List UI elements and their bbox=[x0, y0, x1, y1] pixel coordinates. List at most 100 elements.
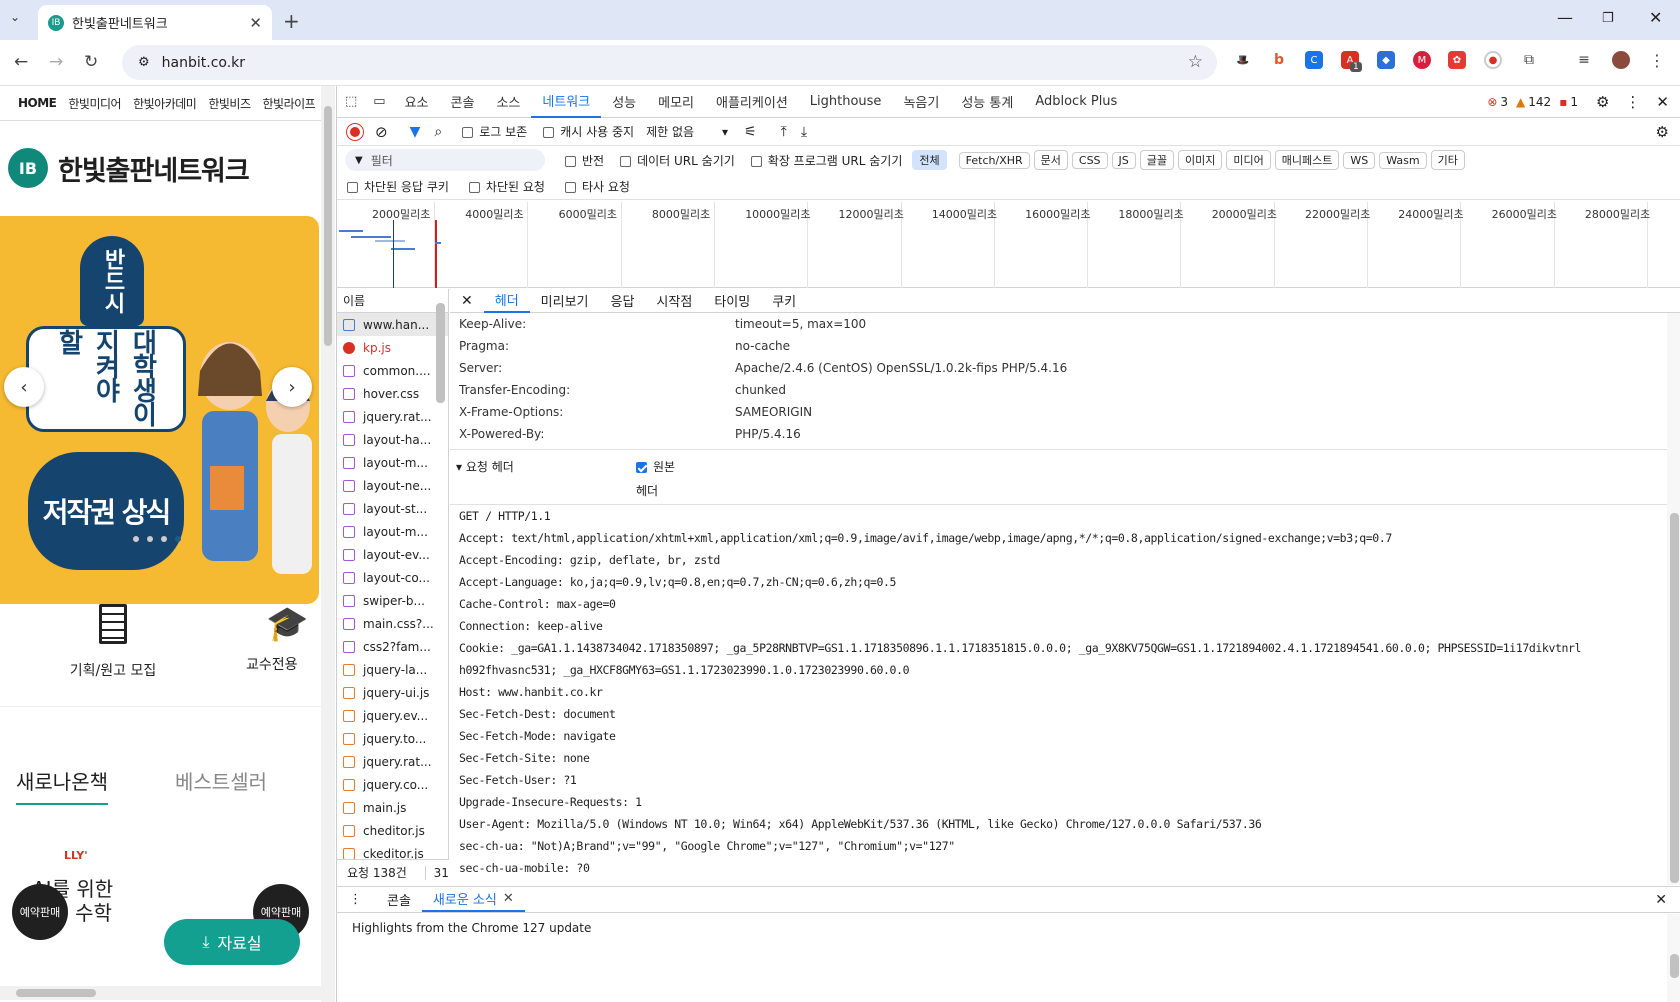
tab-response[interactable]: 응답 bbox=[600, 289, 646, 313]
tab-preview[interactable]: 미리보기 bbox=[530, 289, 600, 313]
site-info-icon[interactable]: ⚙ bbox=[138, 55, 150, 70]
drawer-close-icon[interactable]: ✕ bbox=[1655, 892, 1667, 908]
extension-grid-icon[interactable]: ✿ bbox=[1448, 51, 1466, 69]
chip-font[interactable]: 글꼴 bbox=[1139, 150, 1175, 170]
request-row[interactable]: ckeditor.js bbox=[337, 842, 448, 859]
tab-performance[interactable]: 성능 bbox=[601, 86, 647, 118]
reload-icon[interactable]: ↻ bbox=[84, 52, 98, 72]
drawer-tab-whats-new[interactable]: 새로운 소식 ✕ bbox=[421, 888, 525, 912]
request-row[interactable]: layout-ev... bbox=[337, 543, 448, 566]
hero-banner[interactable]: 반드시 대학생이 지켜야 할 저작권 상식 bbox=[0, 216, 319, 604]
tab-lighthouse[interactable]: Lighthouse bbox=[799, 86, 893, 118]
throttle-select[interactable]: 제한 없음 ▾ bbox=[646, 123, 728, 140]
drawer-scrollbar[interactable] bbox=[1667, 914, 1680, 1002]
request-row[interactable]: swiper-b... bbox=[337, 589, 448, 612]
request-row[interactable]: kp.js bbox=[337, 336, 448, 359]
request-row[interactable]: jquery.rat... bbox=[337, 405, 448, 428]
tab-recorder[interactable]: 녹음기 bbox=[892, 86, 950, 118]
tab-initiator[interactable]: 시작점 bbox=[645, 289, 703, 313]
banner-prev-button[interactable]: ‹ bbox=[4, 367, 44, 407]
request-row[interactable]: layout-co... bbox=[337, 566, 448, 589]
browser-tab[interactable]: IB 한빛출판네트워크 ✕ bbox=[38, 5, 272, 40]
new-tab-icon[interactable]: + bbox=[283, 9, 300, 33]
blocked-cookies-checkbox[interactable]: 차단된 응답 쿠키 bbox=[347, 178, 449, 195]
chip-other[interactable]: 기타 bbox=[1430, 150, 1465, 170]
request-headers-toggle[interactable]: ▾ 요청 헤더 bbox=[456, 458, 514, 475]
devtools-close-icon[interactable]: ✕ bbox=[1656, 93, 1669, 111]
request-row[interactable]: layout-ne... bbox=[337, 474, 448, 497]
restore-icon[interactable]: ❐ bbox=[1602, 11, 1614, 26]
nav-hanbit-media[interactable]: 한빛미디어 bbox=[68, 95, 121, 112]
extension-m-icon[interactable]: M bbox=[1413, 51, 1431, 69]
request-row[interactable]: jquery-ui.js bbox=[337, 681, 448, 704]
forward-icon[interactable]: → bbox=[49, 52, 63, 72]
tab-close-icon[interactable]: ✕ bbox=[249, 14, 262, 32]
hide-extension-url-checkbox[interactable]: 확장 프로그램 URL 숨기기 bbox=[750, 152, 902, 169]
request-list-scrollbar[interactable] bbox=[433, 289, 447, 859]
media-control-icon[interactable]: ≡ bbox=[1575, 51, 1593, 69]
request-row[interactable]: common.... bbox=[337, 359, 448, 382]
tab-network[interactable]: 네트워크 bbox=[531, 86, 602, 118]
request-row[interactable]: jquery-la... bbox=[337, 658, 448, 681]
site-logo[interactable]: IB 한빛출판네트워크 bbox=[8, 148, 250, 188]
tab-headers[interactable]: 헤더 bbox=[483, 289, 530, 313]
request-row[interactable]: layout-ha... bbox=[337, 428, 448, 451]
warning-icon[interactable]: ▲ bbox=[1516, 95, 1525, 109]
request-row[interactable]: jquery.ev... bbox=[337, 704, 448, 727]
request-row[interactable]: css2?fam... bbox=[337, 635, 448, 658]
tab-memory[interactable]: 메모리 bbox=[647, 86, 705, 118]
drawer-menu-icon[interactable]: ⋮ bbox=[349, 892, 362, 907]
extension-record-icon[interactable]: ● bbox=[1484, 51, 1502, 69]
chip-doc[interactable]: 문서 bbox=[1033, 150, 1068, 170]
request-row[interactable]: jquery.rat... bbox=[337, 750, 448, 773]
chip-media[interactable]: 미디어 bbox=[1226, 150, 1271, 170]
chip-fetch-xhr[interactable]: Fetch/XHR bbox=[958, 151, 1030, 169]
import-har-icon[interactable]: ⤒ bbox=[781, 124, 787, 140]
request-row[interactable]: jquery.to... bbox=[337, 727, 448, 750]
tab-performance-insights[interactable]: 성능 통계 bbox=[950, 86, 1024, 118]
nav-hanbit-life[interactable]: 한빛라이프 bbox=[263, 95, 316, 112]
request-row[interactable]: cheditor.js bbox=[337, 819, 448, 842]
tab-elements[interactable]: 요소 bbox=[394, 86, 440, 118]
tab-cookies[interactable]: 쿠키 bbox=[761, 289, 807, 313]
issues-icon[interactable]: ▪ bbox=[1559, 95, 1567, 109]
chip-img[interactable]: 이미지 bbox=[1178, 150, 1223, 170]
tab-bestseller[interactable]: 베스트셀러 bbox=[175, 766, 267, 795]
bookmark-star-icon[interactable]: ☆ bbox=[1188, 52, 1203, 72]
request-row[interactable]: jquery.co... bbox=[337, 773, 448, 796]
record-stop-icon[interactable] bbox=[347, 123, 363, 140]
chip-wasm[interactable]: Wasm bbox=[1379, 151, 1427, 169]
download-button[interactable]: ⤓ 자료실 bbox=[164, 919, 300, 965]
profile-avatar[interactable] bbox=[1612, 51, 1630, 69]
banner-next-button[interactable]: › bbox=[272, 367, 312, 407]
detail-scrollbar[interactable] bbox=[1667, 313, 1680, 885]
extension-hat-icon[interactable]: 🎩 bbox=[1234, 51, 1252, 69]
chip-manifest[interactable]: 매니페스트 bbox=[1274, 150, 1340, 170]
detail-close-icon[interactable]: ✕ bbox=[450, 289, 484, 313]
chrome-menu-icon[interactable]: ⋮ bbox=[1648, 51, 1666, 70]
window-close-icon[interactable]: ✕ bbox=[1649, 8, 1662, 27]
clear-icon[interactable]: ⊘ bbox=[375, 123, 388, 141]
blocked-requests-checkbox[interactable]: 차단된 요청 bbox=[468, 178, 545, 195]
filter-funnel-icon[interactable]: ▼ bbox=[410, 124, 421, 140]
request-row[interactable]: main.js bbox=[337, 796, 448, 819]
tab-adblock-plus[interactable]: Adblock Plus bbox=[1024, 86, 1128, 118]
error-icon[interactable]: ⊗ bbox=[1487, 95, 1497, 109]
nav-hanbit-biz[interactable]: 한빛비즈 bbox=[208, 95, 251, 112]
tab-application[interactable]: 애플리케이션 bbox=[705, 86, 799, 118]
settings-gear-icon[interactable]: ⚙ bbox=[1596, 93, 1609, 111]
tab-search-icon[interactable]: ⌄ bbox=[10, 10, 20, 24]
tab-timing[interactable]: 타이밍 bbox=[703, 289, 761, 313]
back-icon[interactable]: ← bbox=[14, 52, 28, 72]
column-name-header[interactable]: 이름 bbox=[337, 289, 448, 313]
invert-checkbox[interactable]: 반전 bbox=[565, 152, 604, 169]
extension-b-icon[interactable]: b bbox=[1270, 51, 1288, 69]
network-overview[interactable]: 2000밀리초 4000밀리초 6000밀리초 8000밀리초 10000밀리초 1200… bbox=[337, 202, 1680, 288]
disable-cache-checkbox[interactable]: 캐시 사용 중지 bbox=[543, 123, 634, 140]
request-row[interactable]: layout-m... bbox=[337, 520, 448, 543]
quick-link-professor[interactable]: 🎓 교수전용 bbox=[246, 604, 322, 674]
drawer-tab-console[interactable]: 콘솔 bbox=[376, 888, 422, 912]
chip-all[interactable]: 전체 bbox=[912, 150, 947, 170]
quick-link-manuscript[interactable]: 기획/원고 모집 bbox=[58, 604, 168, 680]
chip-ws[interactable]: WS bbox=[1343, 151, 1376, 169]
